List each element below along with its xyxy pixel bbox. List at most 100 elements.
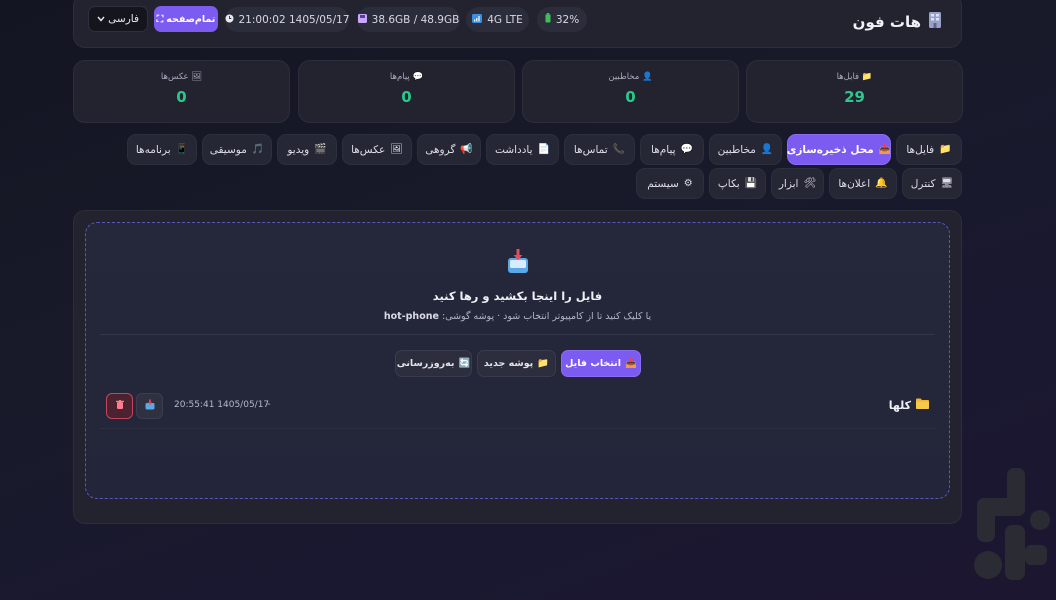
- battery-text: 32%: [555, 13, 580, 26]
- file-row[interactable]: کلها - 20:55:41 1405/05/17: [106, 393, 929, 421]
- network-text: 4G LTE: [487, 13, 523, 26]
- tab-contacts[interactable]: 👤 مخاطبین: [709, 134, 782, 165]
- language-select[interactable]: فارسی: [88, 6, 148, 32]
- fullscreen-button[interactable]: ⛶ تمام‌صفحه: [154, 6, 218, 32]
- tab-backup[interactable]: 💾 بکاپ: [709, 168, 766, 199]
- tab-label: پیام‌ها: [651, 143, 676, 156]
- file-name-text: کلها: [888, 398, 911, 412]
- tab-photos[interactable]: 🖼 عکس‌ها: [342, 134, 412, 165]
- app-title: هات فون: [853, 11, 943, 33]
- tab-files[interactable]: 📁 فایل‌ها: [896, 134, 962, 165]
- stat-value: 29: [844, 88, 865, 106]
- tab-label: گروهی: [425, 143, 456, 156]
- tab-broadcast[interactable]: 📢 گروهی: [417, 134, 481, 165]
- phone-icon: 📞: [612, 144, 626, 155]
- tab-calls[interactable]: 📞 تماس‌ها: [564, 134, 635, 165]
- document-icon: 📄: [537, 144, 550, 155]
- refresh-icon: 🔄: [458, 358, 471, 369]
- datetime-text: 21:00:02 1405/05/17: [238, 13, 350, 26]
- tab-notifications[interactable]: 🔔 اعلان‌ها: [829, 168, 897, 199]
- mobile-icon: 📱: [175, 144, 189, 155]
- chat-icon: 💬: [680, 144, 693, 155]
- floppy-icon: 💾: [744, 178, 758, 189]
- dropzone-title: فایل را اینجا بکشید و رها کنید: [432, 289, 603, 303]
- building-icon: [927, 11, 943, 33]
- network-chip: 4G LTE: [466, 7, 529, 32]
- tab-label: ویدیو: [287, 143, 310, 156]
- select-file-button[interactable]: 📥 انتخاب فایل: [561, 350, 641, 377]
- stat-card-files: 📁 فایل‌ها 29: [746, 60, 963, 123]
- stat-label: 📁 فایل‌ها: [747, 72, 962, 82]
- tab-label: ابزار: [778, 177, 799, 190]
- phone-folder-name: hot-phone: [383, 311, 439, 322]
- stat-label: 👤 مخاطبین: [523, 72, 738, 82]
- trash-icon: [115, 400, 124, 412]
- chat-icon: 💬: [412, 72, 424, 82]
- file-name: کلها: [889, 398, 929, 412]
- stat-card-contacts: 👤 مخاطبین 0: [522, 60, 739, 123]
- image-icon: 🖼: [191, 72, 203, 82]
- tab-tools[interactable]: 🛠 ابزار: [771, 168, 824, 199]
- stat-value: 0: [401, 88, 412, 106]
- inbox-icon: 📥: [624, 358, 637, 369]
- tools-icon: 🛠: [803, 178, 817, 189]
- clock-icon: [225, 14, 234, 26]
- tab-label: یادداشت: [495, 143, 533, 156]
- stat-label-text: مخاطبین: [608, 72, 640, 82]
- dropzone-subtitle-text: یا کلیک کنید تا از کامپیوتر انتخاب شود ·…: [441, 311, 652, 322]
- stat-value: 0: [176, 88, 187, 106]
- tab-label: برنامه‌ها: [135, 143, 171, 156]
- datetime-chip: 21:00:02 1405/05/17: [225, 7, 350, 32]
- new-folder-button[interactable]: 📁 پوشه جدید: [477, 350, 556, 377]
- inbox-icon: 📥: [878, 144, 892, 155]
- tab-label: کنترل: [910, 177, 936, 190]
- folder-icon: 📁: [939, 144, 952, 155]
- file-date: 20:55:41 1405/05/17: [174, 400, 270, 410]
- top-bar: هات فون 32% 4G LTE 38.6GB / 48.9GB 21:00…: [73, 0, 962, 48]
- new-folder-label: پوشه جدید: [483, 358, 534, 369]
- tab-label: سیستم: [647, 177, 679, 190]
- tab-label: تماس‌ها: [573, 143, 608, 156]
- folder-icon: [916, 398, 929, 412]
- tab-video[interactable]: 🎬 ویدیو: [277, 134, 337, 165]
- tab-storage[interactable]: 📥 محل ذخیره‌سازی: [787, 134, 891, 165]
- tab-music[interactable]: 🎵 موسیقی: [202, 134, 272, 165]
- stat-card-messages: 💬 پیام‌ها 0: [298, 60, 515, 123]
- row-divider: [100, 428, 935, 429]
- delete-button[interactable]: [106, 393, 133, 419]
- disk-icon: [357, 13, 367, 26]
- fullscreen-label: تمام‌صفحه: [166, 13, 216, 25]
- tab-notes[interactable]: 📄 یادداشت: [486, 134, 559, 165]
- megaphone-icon: 📢: [460, 144, 473, 155]
- monitor-icon: 🖥: [940, 178, 954, 189]
- tab-label: مخاطبین: [717, 143, 756, 156]
- bell-icon: 🔔: [875, 178, 888, 189]
- tab-label: فایل‌ها: [906, 143, 935, 156]
- stat-card-photos: 🖼 عکس‌ها 0: [73, 60, 290, 123]
- refresh-button[interactable]: 🔄 به‌روزرسانی: [395, 350, 472, 377]
- tab-label: عکس‌ها: [351, 143, 386, 156]
- person-icon: 👤: [760, 144, 774, 155]
- divider: [100, 334, 935, 335]
- folder-icon: 📁: [861, 72, 873, 82]
- tab-apps[interactable]: 📱 برنامه‌ها: [127, 134, 197, 165]
- language-value: فارسی: [108, 13, 139, 25]
- image-icon: 🖼: [390, 144, 403, 155]
- storage-panel: فایل را اینجا بکشید و رها کنید یا کلیک ک…: [73, 210, 962, 524]
- expand-icon: ⛶: [156, 13, 164, 25]
- tab-label: موسیقی: [209, 143, 247, 156]
- stat-label: 💬 پیام‌ها: [299, 72, 514, 82]
- download-button[interactable]: [136, 393, 163, 419]
- signal-icon: [472, 13, 483, 26]
- dropzone[interactable]: فایل را اینجا بکشید و رها کنید یا کلیک ک…: [85, 222, 950, 499]
- tab-control[interactable]: 🖥 کنترل: [902, 168, 962, 199]
- app-title-text: هات فون: [852, 13, 921, 31]
- battery-icon: [545, 13, 551, 26]
- folder-icon: 📁: [537, 358, 550, 369]
- tab-system[interactable]: ⚙ سیستم: [636, 168, 704, 199]
- storage-chip: 38.6GB / 48.9GB: [357, 7, 460, 32]
- battery-chip: 32%: [537, 7, 587, 32]
- tab-label: بکاپ: [717, 177, 740, 190]
- tab-label: اعلان‌ها: [838, 177, 871, 190]
- tab-messages[interactable]: 💬 پیام‌ها: [640, 134, 704, 165]
